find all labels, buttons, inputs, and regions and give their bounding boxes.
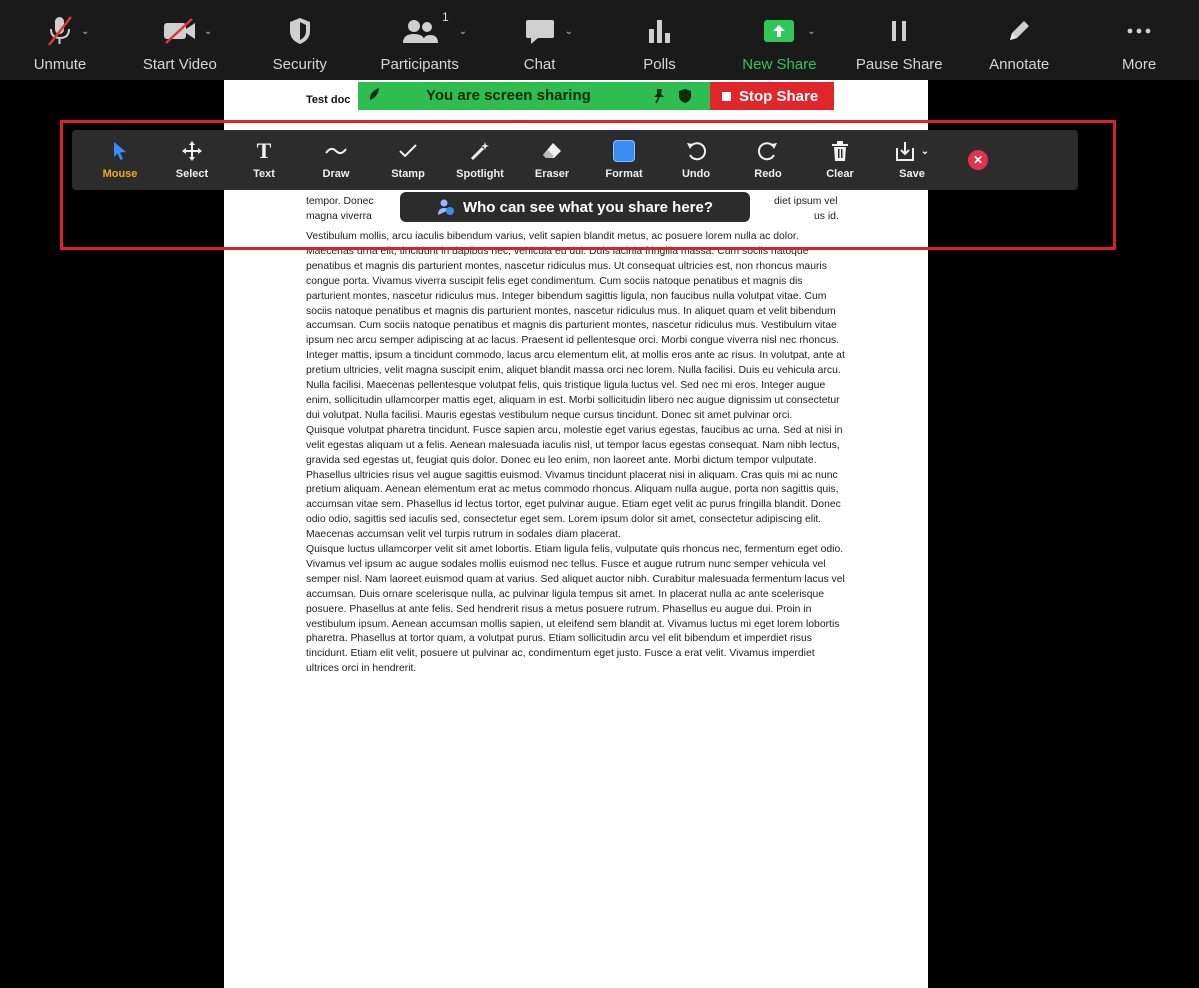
- chevron-down-icon[interactable]: ⌄: [807, 26, 815, 37]
- text-icon: T: [256, 138, 272, 163]
- pause-share-button[interactable]: Pause Share: [839, 0, 959, 80]
- format-label: Format: [605, 168, 643, 180]
- redo-label: Redo: [754, 168, 782, 180]
- undo-label: Undo: [681, 168, 711, 180]
- magic-wand-icon: [470, 142, 489, 161]
- chevron-down-icon[interactable]: ⌄: [921, 146, 929, 157]
- video-off-icon: [163, 18, 195, 44]
- clear-tool[interactable]: Clear: [804, 130, 876, 190]
- document-title: Test doc: [306, 94, 351, 106]
- chevron-down-icon[interactable]: ⌄: [565, 26, 573, 37]
- format-tool[interactable]: Format: [588, 130, 660, 190]
- chat-icon: [525, 20, 554, 44]
- checkmark-icon: [399, 144, 417, 158]
- draw-wave-icon: [325, 147, 347, 155]
- format-square-icon: [613, 140, 635, 162]
- visibility-tooltip[interactable]: Who can see what you share here?: [400, 192, 750, 222]
- unmute-button[interactable]: ⌄ Unmute: [0, 0, 120, 80]
- trash-icon: [832, 141, 848, 161]
- security-button[interactable]: Security: [240, 0, 360, 80]
- pencil-icon: [1010, 21, 1030, 40]
- document-paragraph: Quisque volutpat pharetra tincidunt. Fus…: [306, 424, 843, 541]
- move-arrows-icon: [182, 141, 202, 161]
- chevron-down-icon[interactable]: ⌄: [81, 26, 89, 37]
- meeting-toolbar: ⌄ Unmute ⌄ Start Video Security 1 ⌄ Part…: [0, 0, 1199, 80]
- stop-icon: [722, 91, 731, 101]
- stamp-label: Stamp: [391, 168, 425, 180]
- participant-count: 1: [441, 10, 449, 24]
- new-share-button[interactable]: ⌄ New Share: [719, 0, 839, 80]
- select-tool[interactable]: Select: [156, 130, 228, 190]
- undo-tool[interactable]: Undo: [660, 130, 732, 190]
- draw-tool[interactable]: Draw: [300, 130, 372, 190]
- stop-share-button[interactable]: Stop Share: [710, 82, 834, 110]
- mouse-tool[interactable]: Mouse: [84, 130, 156, 190]
- document-paragraph: Quisque luctus ullamcorper velit sit ame…: [306, 544, 845, 675]
- share-screen-icon: [764, 20, 795, 42]
- close-icon: ✕: [968, 150, 988, 170]
- text-tool[interactable]: T Text: [228, 130, 300, 190]
- eraser-label: Eraser: [534, 168, 570, 180]
- pause-icon: [892, 21, 907, 41]
- annotate-label: Annotate: [989, 56, 1050, 73]
- security-label: Security: [272, 56, 327, 73]
- more-label: More: [1122, 56, 1157, 73]
- unmute-label: Unmute: [33, 56, 87, 73]
- tooltip-text: Who can see what you share here?: [462, 198, 714, 216]
- document-body: Vestibulum mollis, arcu iaculis bibendum…: [306, 230, 846, 677]
- more-button[interactable]: More: [1079, 0, 1199, 80]
- annotation-toolbar: Mouse Select T Text Draw Stamp Spotlight…: [72, 130, 1078, 190]
- toolbar-padding: [72, 130, 84, 190]
- polls-button[interactable]: Polls: [600, 0, 720, 80]
- stop-share-label: Stop Share: [739, 87, 819, 105]
- shield-icon: [289, 18, 310, 44]
- spotlight-tool[interactable]: Spotlight: [444, 130, 516, 190]
- redo-tool[interactable]: Redo: [732, 130, 804, 190]
- save-label: Save: [899, 168, 925, 180]
- participants-icon: [402, 20, 438, 43]
- polls-icon: [649, 20, 671, 43]
- participants-button[interactable]: 1 ⌄ Participants: [360, 0, 480, 80]
- new-share-label: New Share: [742, 56, 817, 73]
- mouse-pointer-icon: [114, 142, 126, 160]
- text-label: Text: [253, 168, 275, 180]
- chevron-down-icon[interactable]: ⌄: [204, 26, 212, 37]
- start-video-label: Start Video: [142, 56, 217, 73]
- chat-label: Chat: [523, 56, 556, 73]
- screen-sharing-banner: You are screen sharing Stop Share: [358, 82, 834, 110]
- draw-label: Draw: [322, 168, 350, 180]
- eraser-tool[interactable]: Eraser: [516, 130, 588, 190]
- more-icon: [1127, 28, 1151, 34]
- sharing-message: You are screen sharing: [426, 87, 591, 104]
- clear-label: Clear: [826, 168, 854, 180]
- save-tool[interactable]: ⌄ Save: [876, 130, 948, 190]
- shield-icon[interactable]: [678, 88, 692, 104]
- pin-icon[interactable]: [652, 88, 666, 104]
- mouse-label: Mouse: [102, 168, 138, 180]
- document-paragraph: Vestibulum mollis, arcu iaculis bibendum…: [306, 231, 845, 421]
- leaf-icon: [369, 88, 379, 100]
- save-download-icon: [895, 142, 914, 161]
- select-label: Select: [175, 168, 209, 180]
- annotate-button[interactable]: Annotate: [959, 0, 1079, 80]
- microphone-muted-icon: [47, 16, 72, 46]
- redo-icon: [757, 142, 777, 161]
- close-annotation-button[interactable]: ✕: [948, 130, 1008, 190]
- stamp-tool[interactable]: Stamp: [372, 130, 444, 190]
- start-video-button[interactable]: ⌄ Start Video: [120, 0, 240, 80]
- undo-icon: [687, 142, 707, 161]
- eraser-icon: [543, 143, 561, 158]
- chat-button[interactable]: ⌄ Chat: [480, 0, 600, 80]
- chevron-down-icon[interactable]: ⌄: [459, 26, 467, 37]
- pause-share-label: Pause Share: [855, 56, 943, 73]
- viewer-person-icon: [437, 199, 454, 215]
- sharing-status[interactable]: You are screen sharing: [358, 82, 710, 110]
- polls-label: Polls: [643, 56, 676, 73]
- spotlight-label: Spotlight: [456, 168, 504, 180]
- participants-label: Participants: [380, 56, 459, 73]
